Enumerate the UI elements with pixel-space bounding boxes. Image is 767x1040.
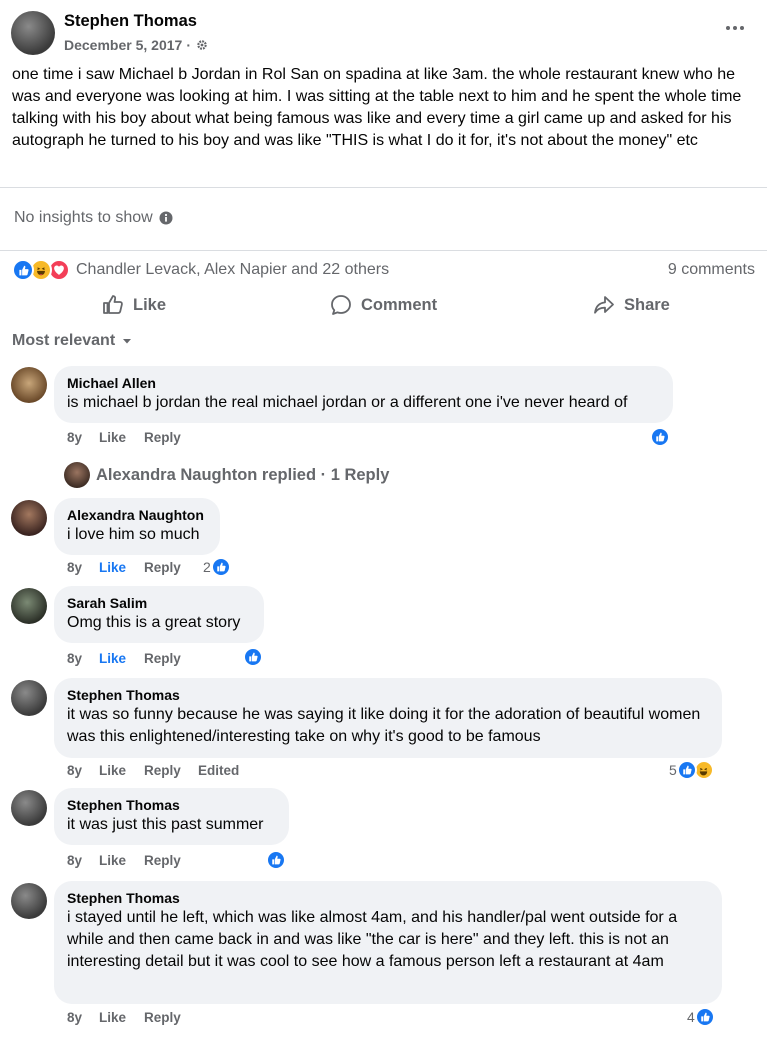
comment-actions: 8y Like Reply Edited [67, 763, 239, 778]
reply-thread-text: Alexandra Naughton replied · 1 Reply [96, 465, 390, 484]
like-reaction-badge[interactable] [266, 850, 286, 870]
divider [0, 187, 767, 188]
commenter-avatar[interactable] [11, 500, 47, 536]
post-date[interactable]: December 5, 2017 [64, 37, 182, 53]
commenter-name[interactable]: Sarah Salim [67, 594, 252, 612]
comment-text: i stayed until he left, which was like a… [67, 909, 678, 970]
like-label: Like [133, 295, 167, 314]
comment-bubble: Stephen Thomas it was just this past sum… [54, 788, 289, 845]
reply-author-avatar [64, 462, 90, 488]
chevron-down-icon [123, 339, 132, 344]
share-button[interactable]: Share [592, 292, 670, 318]
comment-actions: 8y Like Reply [67, 853, 181, 868]
commenter-name[interactable]: Alexandra Naughton [67, 506, 208, 524]
reaction-summary[interactable]: Chandler Levack, Alex Napier and 22 othe… [12, 259, 389, 281]
comment-button[interactable]: Comment [329, 292, 437, 318]
commenter-avatar[interactable] [11, 883, 47, 919]
post-text: one time i saw Michael b Jordan in Rol S… [12, 66, 742, 149]
comment-reply-button[interactable]: Reply [144, 651, 181, 666]
commenter-name[interactable]: Stephen Thomas [67, 796, 277, 814]
like-reaction-icon [676, 760, 697, 780]
divider [0, 250, 767, 251]
comment-text: i love him so much [67, 526, 200, 543]
post-author-name[interactable]: Stephen Thomas [64, 12, 197, 31]
comment-like-button[interactable]: Like [99, 430, 144, 445]
comment-time[interactable]: 8y [67, 560, 99, 575]
comment-label: Comment [361, 295, 438, 314]
comment-bubble: Stephen Thomas it was so funny because h… [54, 678, 722, 758]
comment-actions: 8y Like Reply [67, 1010, 181, 1025]
insights-row: No insights to show [14, 209, 173, 227]
comment-count[interactable]: 9 comments [668, 261, 755, 279]
like-reaction-icon [12, 259, 34, 281]
share-label: Share [624, 295, 670, 314]
commenter-avatar[interactable] [11, 367, 47, 403]
meta-separator: · [186, 37, 191, 53]
share-arrow-icon [594, 296, 614, 314]
comment-like-button[interactable]: Like [99, 763, 144, 778]
comment-text: Omg this is a great story [67, 614, 241, 631]
audience-gear-icon[interactable] [195, 38, 209, 52]
like-reaction-icon [210, 557, 231, 577]
post-author-avatar[interactable] [11, 11, 55, 55]
sort-label: Most relevant [12, 332, 116, 349]
comment-bubble: Alexandra Naughton i love him so much [54, 498, 220, 555]
comment-like-button[interactable]: Like [99, 560, 144, 575]
commenter-name[interactable]: Stephen Thomas [67, 686, 710, 704]
like-button[interactable]: Like [101, 292, 166, 318]
comment-time[interactable]: 8y [67, 853, 99, 868]
comment-like-button[interactable]: Like [99, 1010, 144, 1025]
comment-like-button[interactable]: Like [99, 853, 144, 868]
like-reaction-badge[interactable] [650, 427, 670, 447]
comment-actions: 8y Like Reply [67, 430, 181, 445]
view-replies-link[interactable]: Alexandra Naughton replied · 1 Reply [64, 462, 389, 488]
reaction-count: 4 [687, 1009, 695, 1025]
comment-bubble: Michael Allen is michael b jordan the re… [54, 366, 673, 423]
like-reaction-badge[interactable] [243, 647, 263, 667]
comment-text: it was so funny because he was saying it… [67, 706, 701, 745]
comment-time[interactable]: 8y [67, 651, 99, 666]
comment-bubble: Sarah Salim Omg this is a great story [54, 586, 264, 643]
commenter-avatar[interactable] [11, 680, 47, 716]
comment-actions: 8y Like Reply [67, 560, 181, 575]
comment-reply-button[interactable]: Reply [144, 560, 181, 575]
comment-text: is michael b jordan the real michael jor… [67, 394, 628, 411]
commenter-name[interactable]: Stephen Thomas [67, 889, 710, 907]
comment-time[interactable]: 8y [67, 1010, 99, 1025]
reaction-count: 2 [203, 559, 211, 575]
commenter-avatar[interactable] [11, 790, 47, 826]
like-reaction-icon [694, 1007, 715, 1027]
comment-reply-button[interactable]: Reply [144, 853, 181, 868]
reaction-count-badge[interactable]: 5 [669, 760, 714, 780]
info-icon[interactable] [159, 211, 173, 225]
comment-text: it was just this past summer [67, 816, 264, 833]
comment-reply-button[interactable]: Reply [144, 430, 181, 445]
comment-bubble-icon [331, 295, 351, 315]
comment-actions: 8y Like Reply [67, 651, 181, 666]
thumbs-up-icon [103, 295, 123, 314]
commenter-name[interactable]: Michael Allen [67, 374, 661, 392]
comment-like-button[interactable]: Like [99, 651, 144, 666]
reaction-names[interactable]: Chandler Levack, Alex Napier and 22 othe… [76, 261, 389, 279]
insights-text: No insights to show [14, 209, 153, 226]
haha-reaction-icon [693, 760, 714, 780]
reaction-count-badge[interactable]: 4 [687, 1007, 715, 1027]
more-options-icon[interactable] [725, 18, 745, 38]
comment-reply-button[interactable]: Reply [144, 1010, 181, 1025]
reaction-count-badge[interactable]: 2 [203, 557, 231, 577]
edited-label[interactable]: Edited [198, 763, 239, 778]
sort-comments-dropdown[interactable]: Most relevant [12, 332, 133, 350]
comment-time[interactable]: 8y [67, 430, 99, 445]
comment-time[interactable]: 8y [67, 763, 99, 778]
comment-bubble: Stephen Thomas i stayed until he left, w… [54, 881, 722, 1004]
post-meta: December 5, 2017 · [64, 37, 209, 53]
comment-reply-button[interactable]: Reply [144, 763, 198, 778]
commenter-avatar[interactable] [11, 588, 47, 624]
reaction-count: 5 [669, 762, 677, 778]
